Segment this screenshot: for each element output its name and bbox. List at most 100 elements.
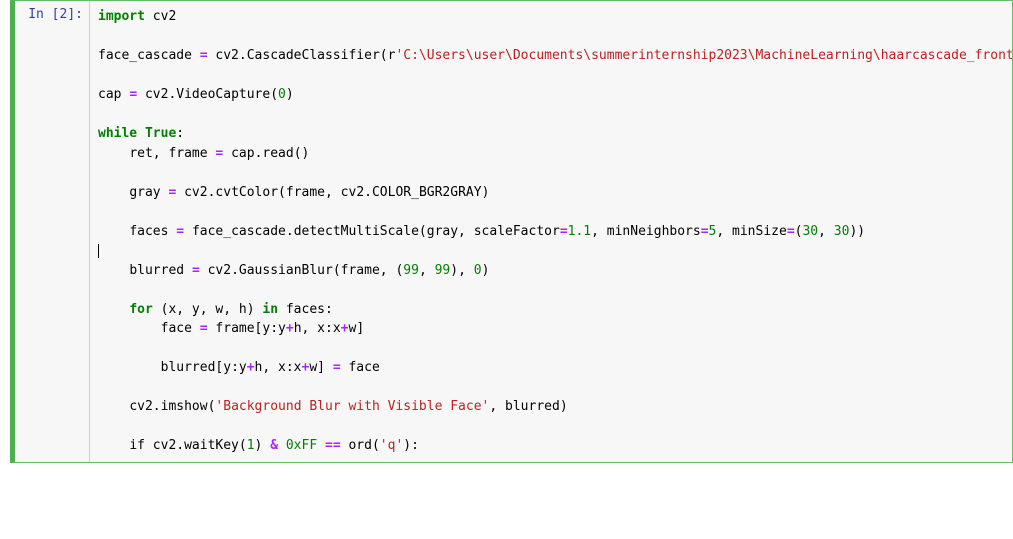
op-eq: =: [560, 224, 568, 239]
expr: blurred[y:y: [161, 360, 247, 375]
id: face: [161, 321, 192, 336]
fn: VideoCapture: [176, 87, 270, 102]
args: , minNeighbors: [591, 224, 701, 239]
id: faces: [286, 302, 325, 317]
paren: ): [560, 399, 568, 414]
dot: .: [364, 185, 372, 200]
prompt-prefix: In [: [28, 7, 59, 22]
dot: .: [239, 48, 247, 63]
expr: h, x:x: [294, 321, 341, 336]
paren: (): [294, 146, 310, 161]
op-eq: =: [176, 224, 184, 239]
num: 0: [474, 263, 482, 278]
colon: :: [176, 126, 184, 141]
kw-for: for: [129, 302, 152, 317]
comma: ,: [818, 224, 834, 239]
expr: ): [255, 438, 271, 453]
prompt-suffix: ]:: [67, 7, 83, 22]
op-eq: =: [333, 360, 341, 375]
id: cv2: [145, 87, 168, 102]
id: cv2: [184, 185, 207, 200]
op-eq: =: [701, 224, 709, 239]
string-path: 'C:\Users\user\Documents\summerinternshi…: [395, 48, 1012, 63]
paren: (: [270, 87, 278, 102]
fn: imshow: [161, 399, 208, 414]
op-eqeq: ==: [325, 438, 341, 453]
id: ret, frame: [129, 146, 207, 161]
string: 'q': [380, 438, 403, 453]
id: cap: [231, 146, 254, 161]
id: cv2: [215, 48, 238, 63]
kw-while: while: [98, 126, 137, 141]
expr: if cv2.waitKey(: [129, 438, 246, 453]
string: 'Background Blur with Visible Face': [215, 399, 489, 414]
fn: cvtColor: [215, 185, 278, 200]
id: face: [348, 360, 379, 375]
op-plus: +: [341, 321, 349, 336]
id: cv2: [129, 399, 152, 414]
code-editor[interactable]: import cv2 face_cascade = cv2.CascadeCla…: [89, 1, 1012, 462]
expr: w]: [309, 360, 325, 375]
id: gray: [129, 185, 160, 200]
sp: [278, 438, 286, 453]
args: ),: [450, 263, 473, 278]
kw-true: True: [145, 126, 176, 141]
op-plus: +: [247, 360, 255, 375]
notebook: In [2]: import cv2 face_cascade = cv2.Ca…: [0, 0, 1013, 463]
args: , blurred: [489, 399, 559, 414]
id: cv2: [208, 263, 231, 278]
sp: [317, 438, 325, 453]
args: frame, cv2: [286, 185, 364, 200]
args: frame, (: [341, 263, 404, 278]
const: COLOR_BGR2GRAY: [372, 185, 482, 200]
kw-import: import: [98, 9, 145, 24]
op-eq: =: [787, 224, 795, 239]
paren: (: [333, 263, 341, 278]
op-eq: =: [168, 185, 176, 200]
code-cell[interactable]: In [2]: import cv2 face_cascade = cv2.Ca…: [10, 0, 1013, 463]
paren: )): [849, 224, 865, 239]
fn: read: [262, 146, 293, 161]
fn: CascadeClassifier: [247, 48, 380, 63]
prompt-area: In [2]:: [15, 1, 89, 462]
dot: .: [231, 263, 239, 278]
id: faces: [129, 224, 168, 239]
num: 0: [278, 87, 286, 102]
op-eq: =: [215, 146, 223, 161]
code-content[interactable]: import cv2 face_cascade = cv2.CascadeCla…: [90, 1, 1012, 462]
colon: :: [325, 302, 333, 317]
args: , minSize: [716, 224, 786, 239]
id: face_cascade: [192, 224, 286, 239]
op-eq: =: [192, 263, 200, 278]
num: 1.1: [568, 224, 591, 239]
fn: GaussianBlur: [239, 263, 333, 278]
paren: ): [482, 263, 490, 278]
kw-in: in: [262, 302, 278, 317]
op-plus: +: [286, 321, 294, 336]
expr: ord(: [341, 438, 380, 453]
paren: ): [286, 87, 294, 102]
dot: .: [286, 224, 294, 239]
fn: detectMultiScale: [294, 224, 419, 239]
paren: ): [482, 185, 490, 200]
expr: w]: [349, 321, 365, 336]
id: blurred: [129, 263, 184, 278]
id: cap: [98, 87, 121, 102]
op-amp: &: [270, 438, 278, 453]
num: 30: [834, 224, 850, 239]
paren: (: [419, 224, 427, 239]
num: 99: [435, 263, 451, 278]
num: 1: [247, 438, 255, 453]
op-eq: =: [200, 321, 208, 336]
id-cv2: cv2: [153, 9, 176, 24]
expr: h, x:x: [255, 360, 302, 375]
num: 30: [802, 224, 818, 239]
op-eq: =: [129, 87, 137, 102]
comma: ,: [419, 263, 435, 278]
paren: (: [380, 48, 388, 63]
id: face_cascade: [98, 48, 192, 63]
args: gray, scaleFactor: [427, 224, 560, 239]
vars: (x, y, w, h): [161, 302, 255, 317]
op-eq: =: [200, 48, 208, 63]
paren: (: [278, 185, 286, 200]
